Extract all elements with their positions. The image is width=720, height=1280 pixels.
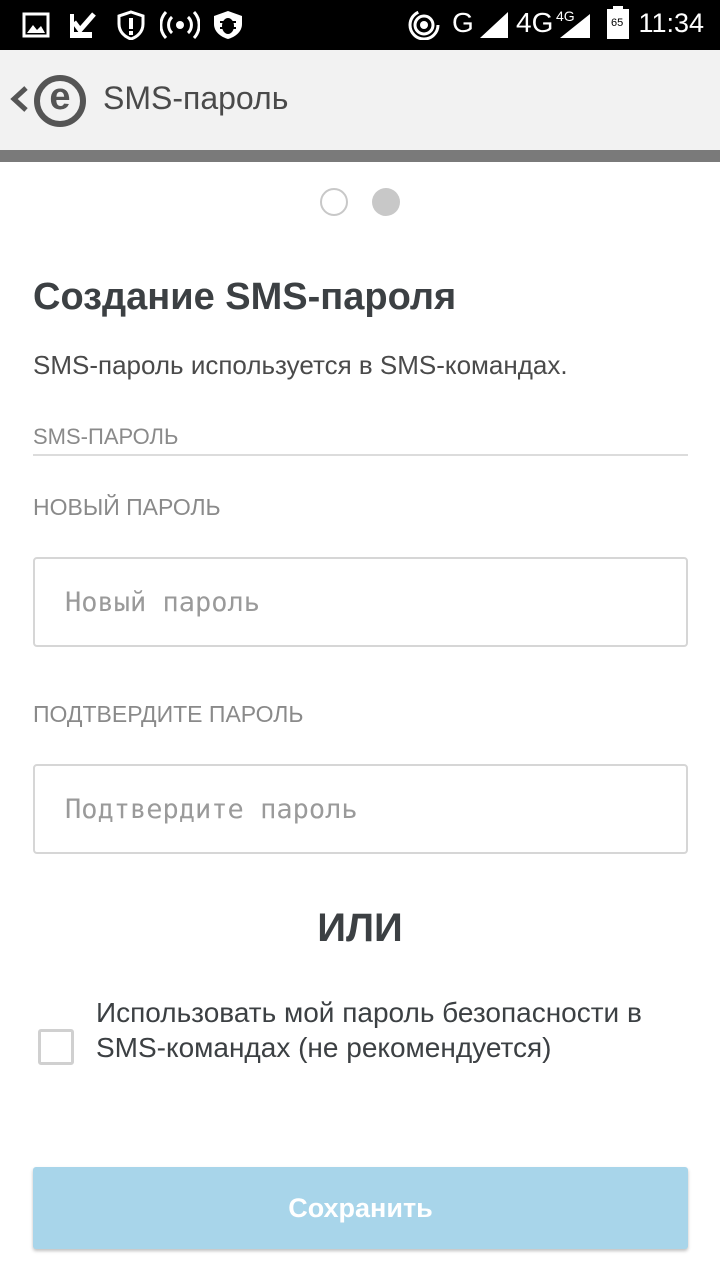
pager-dot-1 — [320, 188, 348, 216]
form-heading: Создание SMS-пароля — [33, 276, 457, 318]
signal-icon — [556, 10, 592, 40]
use-security-password-checkbox[interactable] — [38, 1029, 74, 1065]
status-bar: G 4G 4G 65 11:34 — [0, 0, 720, 50]
bug-shield-icon — [212, 10, 244, 40]
page-title: SMS-пароль — [103, 80, 289, 116]
shield-alert-icon — [117, 10, 145, 40]
network-4g-label: 4G — [516, 7, 554, 38]
chevron-left-icon — [8, 84, 30, 119]
form-description: SMS-пароль используется в SMS-командах. — [33, 350, 568, 380]
eset-logo-icon: e — [34, 75, 86, 127]
battery-level: 65 — [611, 17, 624, 29]
section-divider — [33, 454, 688, 456]
section-label: SMS-ПАРОЛЬ — [33, 424, 179, 449]
app-bar: e SMS-пароль — [0, 50, 720, 150]
pager-dot-2 — [372, 188, 400, 216]
new-password-field[interactable] — [33, 557, 688, 647]
or-separator: ИЛИ — [317, 906, 403, 950]
save-button[interactable]: Сохранить — [33, 1167, 688, 1249]
network-g-label: G — [452, 7, 474, 38]
confirm-password-field[interactable] — [33, 764, 688, 854]
image-icon — [22, 10, 50, 40]
use-security-password-label[interactable]: Использовать мой пароль безопасности в S… — [96, 995, 656, 1065]
progress-bar — [0, 150, 720, 162]
clock: 11:34 — [638, 8, 704, 38]
new-password-label: НОВЫЙ ПАРОЛЬ — [33, 494, 221, 520]
hotspot-icon — [408, 10, 440, 40]
back-button[interactable]: e — [8, 70, 92, 132]
radio-wave-icon — [160, 10, 200, 40]
logo-letter: e — [49, 76, 71, 118]
signal-icon — [478, 10, 510, 40]
check-flag-icon — [68, 10, 98, 40]
confirm-password-label: ПОДТВЕРДИТЕ ПАРОЛЬ — [33, 701, 304, 727]
